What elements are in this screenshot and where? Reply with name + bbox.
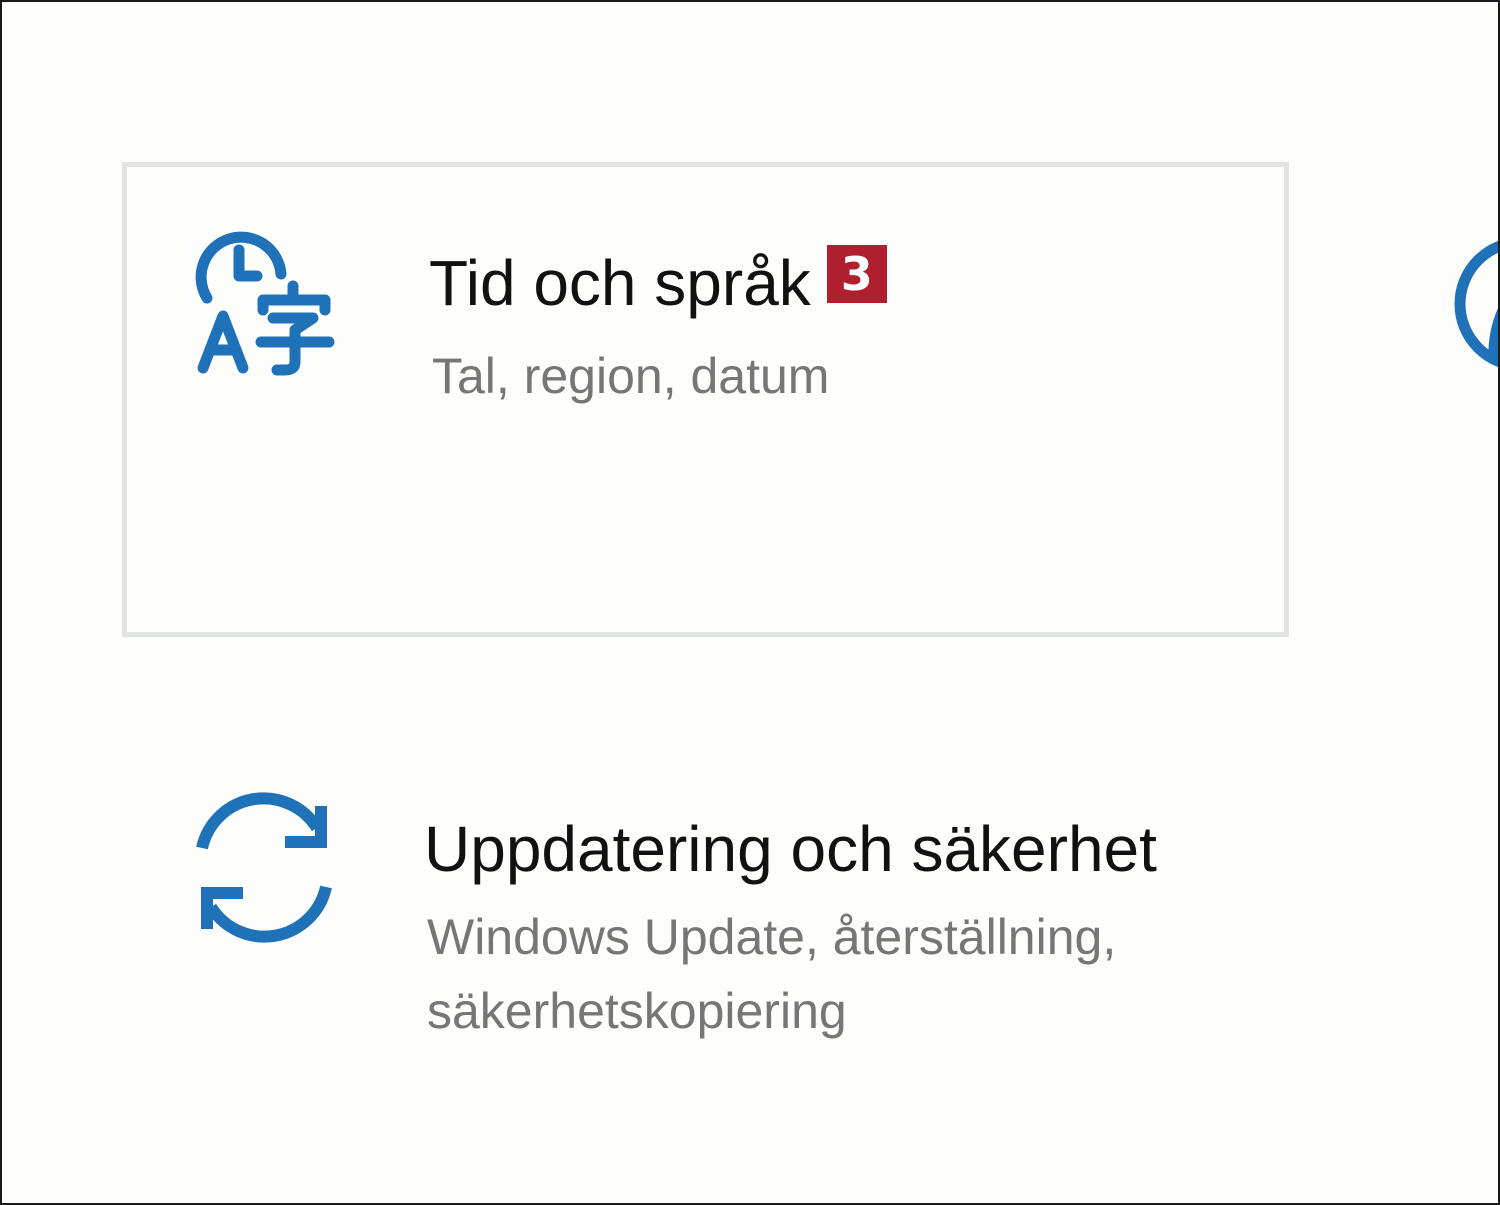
settings-tile-update-security[interactable]: Uppdatering och säkerhet Windows Update,…: [122, 762, 1289, 1062]
tile-title: Uppdatering och säkerhet: [424, 813, 1157, 885]
step-badge: 3: [826, 245, 887, 303]
time-language-icon: [195, 231, 335, 376]
xbox-icon[interactable]: [1452, 234, 1500, 374]
tile-title-text: Tid och språk: [429, 247, 811, 319]
tile-subtitle: Tal, region, datum: [432, 348, 830, 404]
tile-subtitle-line: Windows Update, återställning,: [427, 909, 1117, 965]
tile-title: Tid och språk 3: [429, 245, 887, 315]
tile-subtitle: Windows Update, återställning, säkerhets…: [427, 900, 1247, 1048]
tile-subtitle-line: säkerhetskopiering: [427, 983, 847, 1039]
settings-window: Tid och språk 3 Tal, region, datum Uppdat…: [0, 0, 1500, 1205]
settings-tile-time-language[interactable]: Tid och språk 3 Tal, region, datum: [122, 162, 1289, 637]
sync-arrows-icon: [196, 792, 332, 943]
